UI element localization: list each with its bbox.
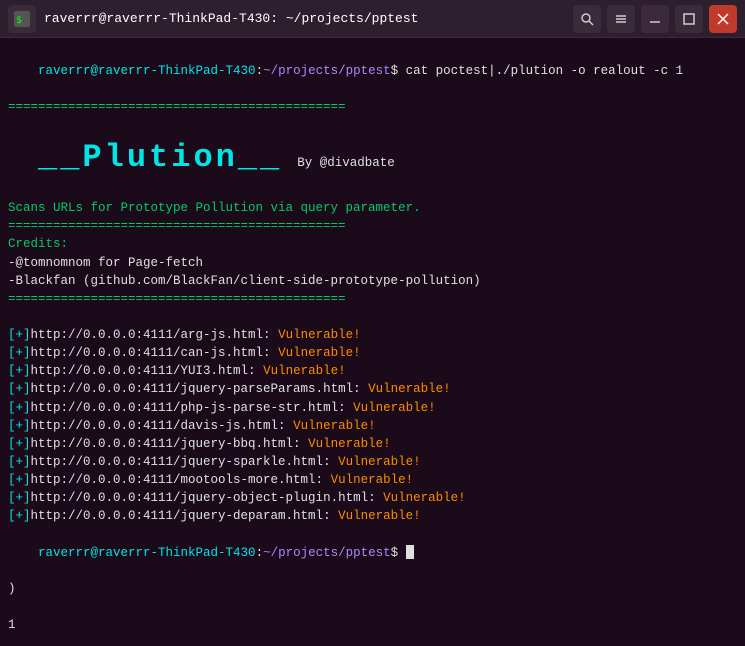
- extra-1: ): [8, 580, 737, 598]
- vulnerable-badge: Vulnerable!: [338, 455, 421, 469]
- menu-button[interactable]: [607, 5, 635, 33]
- plus-bracket: [+]: [8, 382, 31, 396]
- prompt-host: raverrr@raverrr-ThinkPad-T430: [38, 64, 256, 78]
- svg-text:$: $: [16, 15, 22, 26]
- result-line: [+]http://0.0.0.0:4111/jquery-sparkle.ht…: [8, 453, 737, 471]
- terminal-icon: $: [8, 5, 36, 33]
- title-bar-left: $ raverrr@raverrr-ThinkPad-T430: ~/proje…: [8, 5, 418, 33]
- plus-bracket: [+]: [8, 364, 31, 378]
- result-url: http://0.0.0.0:4111/can-js.html:: [31, 346, 279, 360]
- result-line: [+]http://0.0.0.0:4111/jquery-parseParam…: [8, 380, 737, 398]
- result-line: [+]http://0.0.0.0:4111/YUI3.html: Vulner…: [8, 362, 737, 380]
- scan-description: Scans URLs for Prototype Pollution via q…: [8, 199, 737, 217]
- result-line: [+]http://0.0.0.0:4111/jquery-object-plu…: [8, 489, 737, 507]
- plus-bracket: [+]: [8, 346, 31, 360]
- extra-2: [8, 598, 737, 616]
- search-button[interactable]: [573, 5, 601, 33]
- credit-2: -Blackfan (github.com/BlackFan/client-si…: [8, 272, 737, 290]
- result-line: [+]http://0.0.0.0:4111/jquery-deparam.ht…: [8, 507, 737, 525]
- terminal-content: raverrr@raverrr-ThinkPad-T430:~/projects…: [0, 38, 745, 646]
- plus-bracket: [+]: [8, 328, 31, 342]
- by-text: By @divadbate: [282, 156, 395, 170]
- result-url: http://0.0.0.0:4111/jquery-deparam.html:: [31, 509, 339, 523]
- plus-bracket: [+]: [8, 473, 31, 487]
- result-line: [+]http://0.0.0.0:4111/jquery-bbq.html: …: [8, 435, 737, 453]
- plus-bracket: [+]: [8, 401, 31, 415]
- result-line: [+]http://0.0.0.0:4111/php-js-parse-str.…: [8, 399, 737, 417]
- result-url: http://0.0.0.0:4111/jquery-parseParams.h…: [31, 382, 369, 396]
- result-url: http://0.0.0.0:4111/arg-js.html:: [31, 328, 279, 342]
- extra-4: [8, 634, 737, 646]
- plus-bracket: [+]: [8, 437, 31, 451]
- empty-line: [8, 308, 737, 326]
- result-line: [+]http://0.0.0.0:4111/davis-js.html: Vu…: [8, 417, 737, 435]
- vulnerable-badge: Vulnerable!: [353, 401, 436, 415]
- logo-text: __Plution__: [38, 139, 282, 176]
- title-bar-controls: [573, 5, 737, 33]
- command-line: raverrr@raverrr-ThinkPad-T430:~/projects…: [8, 44, 737, 98]
- vulnerable-badge: Vulnerable!: [278, 328, 361, 342]
- results-container: [+]http://0.0.0.0:4111/arg-js.html: Vuln…: [8, 326, 737, 525]
- close-button[interactable]: [709, 5, 737, 33]
- title-bar: $ raverrr@raverrr-ThinkPad-T430: ~/proje…: [0, 0, 745, 38]
- vulnerable-badge: Vulnerable!: [293, 419, 376, 433]
- result-url: http://0.0.0.0:4111/YUI3.html:: [31, 364, 264, 378]
- vulnerable-badge: Vulnerable!: [308, 437, 391, 451]
- result-url: http://0.0.0.0:4111/jquery-bbq.html:: [31, 437, 309, 451]
- credit-1: -@tomnomnom for Page-fetch: [8, 254, 737, 272]
- plus-bracket: [+]: [8, 509, 31, 523]
- result-line: [+]http://0.0.0.0:4111/can-js.html: Vuln…: [8, 344, 737, 362]
- result-url: http://0.0.0.0:4111/jquery-sparkle.html:: [31, 455, 339, 469]
- result-line: [+]http://0.0.0.0:4111/arg-js.html: Vuln…: [8, 326, 737, 344]
- final-prompt-host: raverrr@raverrr-ThinkPad-T430: [38, 546, 256, 560]
- result-line: [+]http://0.0.0.0:4111/mootools-more.htm…: [8, 471, 737, 489]
- prompt-path: ~/projects/pptest: [263, 64, 391, 78]
- vulnerable-badge: Vulnerable!: [338, 509, 421, 523]
- vulnerable-badge: Vulnerable!: [278, 346, 361, 360]
- plus-bracket: [+]: [8, 455, 31, 469]
- cursor: [406, 545, 414, 559]
- vulnerable-badge: Vulnerable!: [383, 491, 466, 505]
- minimize-button[interactable]: [641, 5, 669, 33]
- plus-bracket: [+]: [8, 491, 31, 505]
- result-url: http://0.0.0.0:4111/mootools-more.html:: [31, 473, 331, 487]
- credits-label: Credits:: [8, 235, 737, 253]
- maximize-button[interactable]: [675, 5, 703, 33]
- extra-3: 1: [8, 616, 737, 634]
- vulnerable-badge: Vulnerable!: [263, 364, 346, 378]
- vulnerable-badge: Vulnerable!: [368, 382, 451, 396]
- separator-3: ========================================…: [8, 290, 737, 308]
- vulnerable-badge: Vulnerable!: [331, 473, 414, 487]
- final-prompt-line: raverrr@raverrr-ThinkPad-T430:~/projects…: [8, 525, 737, 579]
- result-url: http://0.0.0.0:4111/php-js-parse-str.htm…: [31, 401, 354, 415]
- logo-line: __Plution__ By @divadbate: [8, 117, 737, 200]
- result-url: http://0.0.0.0:4111/jquery-object-plugin…: [31, 491, 384, 505]
- result-url: http://0.0.0.0:4111/davis-js.html:: [31, 419, 294, 433]
- title-bar-title: raverrr@raverrr-ThinkPad-T430: ~/project…: [44, 11, 418, 26]
- separator-2: ========================================…: [8, 217, 737, 235]
- plus-bracket: [+]: [8, 419, 31, 433]
- final-prompt-path: ~/projects/pptest: [263, 546, 391, 560]
- separator-1: ========================================…: [8, 98, 737, 116]
